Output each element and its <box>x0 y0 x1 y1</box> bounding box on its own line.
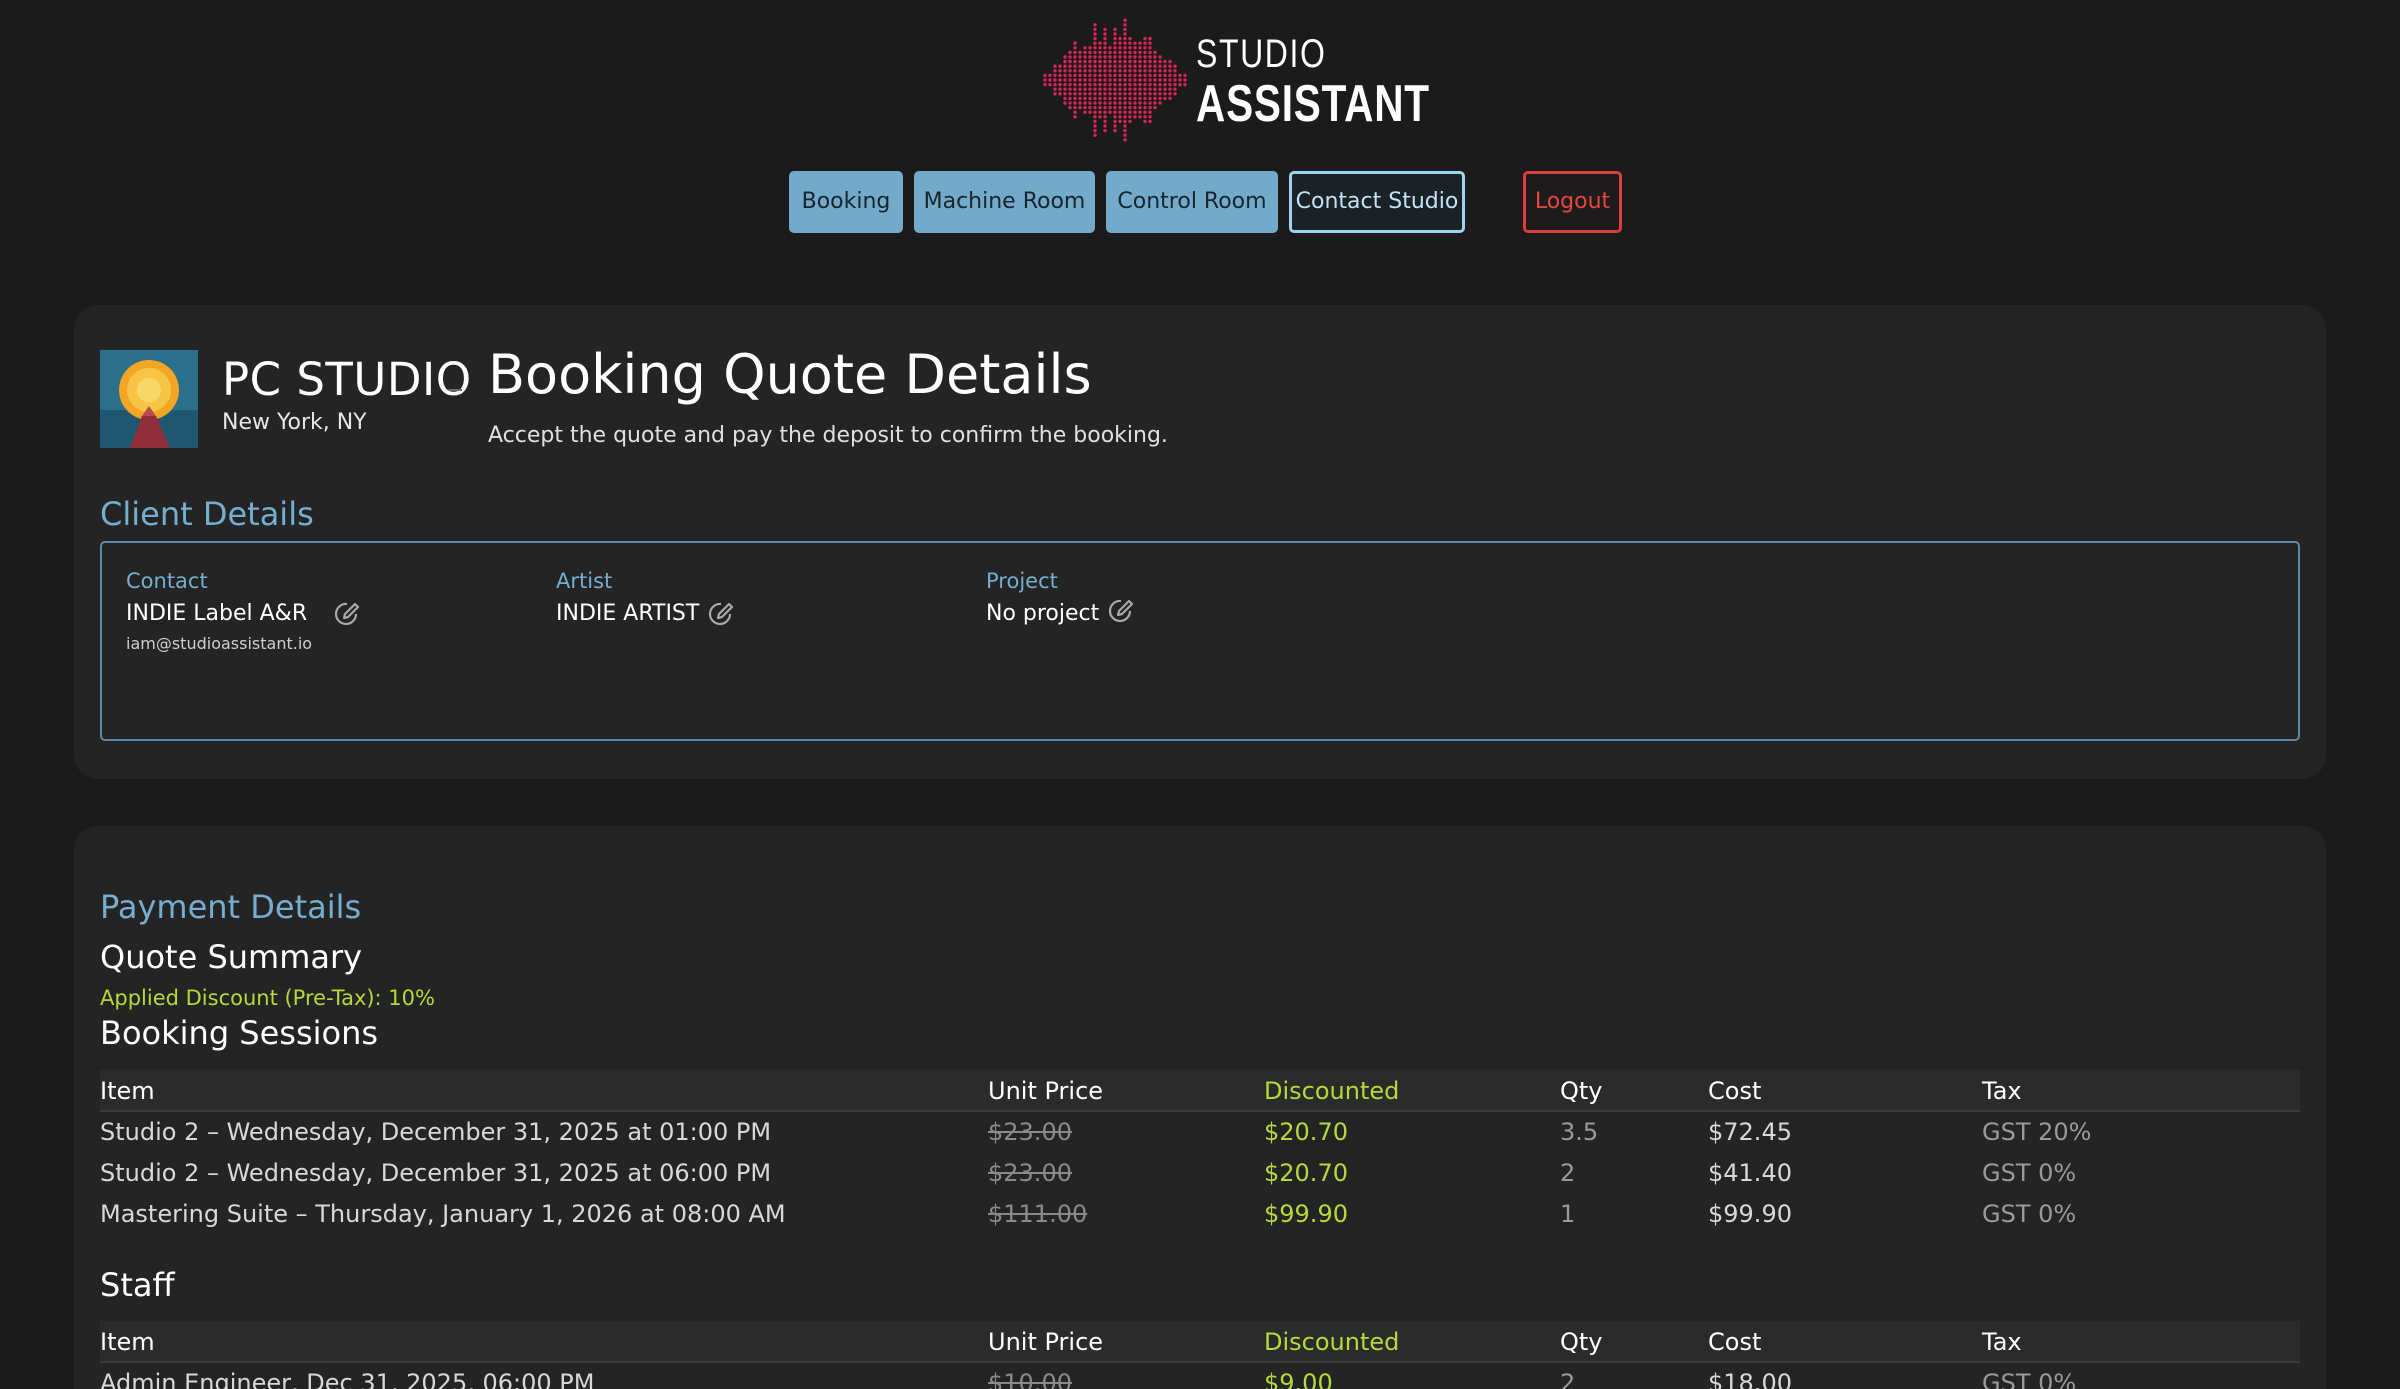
booking-button[interactable]: Booking <box>789 171 903 233</box>
row-cost: $18.00 <box>1708 1369 1792 1389</box>
logout-button[interactable]: Logout <box>1523 171 1622 233</box>
divider <box>448 389 462 391</box>
staff-title: Staff <box>100 1266 175 1304</box>
page-subtitle: Accept the quote and pay the deposit to … <box>488 423 1168 448</box>
payment-details-title: Payment Details <box>100 888 362 926</box>
row-discounted: $20.70 <box>1264 1118 1348 1146</box>
table-header: Item Unit Price Discounted Qty Cost Tax <box>100 1070 2300 1112</box>
col-tax: Tax <box>1982 1328 2022 1356</box>
row-cost: $41.40 <box>1708 1159 1792 1187</box>
artist-value: INDIE ARTIST <box>556 601 700 626</box>
row-qty: 3.5 <box>1560 1118 1599 1146</box>
row-item: Studio 2 – Wednesday, December 31, 2025 … <box>100 1159 772 1187</box>
brand-line2: ASSISTANT <box>1196 75 1430 133</box>
row-item: Admin Engineer, Dec 31, 2025, 06:00 PM <box>100 1369 595 1389</box>
col-item: Item <box>100 1328 155 1356</box>
payment-details-card: Payment Details Quote Summary Applied Di… <box>74 826 2326 1389</box>
studio-assistant-logo[interactable]: STUDIO ASSISTANT <box>1040 12 1429 148</box>
waveform-logo-icon <box>1043 18 1187 142</box>
row-qty: 2 <box>1560 1159 1576 1187</box>
col-qty: Qty <box>1560 1077 1603 1105</box>
col-discounted: Discounted <box>1264 1077 1400 1105</box>
applied-discount-note: Applied Discount (Pre-Tax): 10% <box>100 986 435 1010</box>
client-details-title: Client Details <box>100 495 314 533</box>
row-cost: $99.90 <box>1708 1200 1792 1228</box>
row-tax: GST 0% <box>1982 1369 2077 1389</box>
col-unit-price: Unit Price <box>988 1077 1104 1105</box>
row-item: Mastering Suite – Thursday, January 1, 2… <box>100 1200 786 1228</box>
table-row: Studio 2 – Wednesday, December 31, 2025 … <box>100 1153 2300 1194</box>
row-qty: 1 <box>1560 1200 1576 1228</box>
edit-project-icon[interactable] <box>1106 596 1136 626</box>
row-discounted: $9.00 <box>1264 1369 1333 1389</box>
col-unit-price: Unit Price <box>988 1328 1104 1356</box>
contact-field: Contact INDIE Label A&R iam@studioassist… <box>126 569 312 653</box>
main-nav: Booking Machine Room Control Room Contac… <box>0 171 2400 233</box>
col-cost: Cost <box>1708 1328 1762 1356</box>
col-cost: Cost <box>1708 1077 1762 1105</box>
artist-field: Artist INDIE ARTIST <box>556 569 699 626</box>
row-tax: GST 20% <box>1982 1118 2092 1146</box>
project-value: No project <box>986 601 1100 626</box>
machine-room-button[interactable]: Machine Room <box>914 171 1095 233</box>
page-title: Booking Quote Details <box>488 343 1092 406</box>
row-tax: GST 0% <box>1982 1159 2077 1187</box>
row-item: Studio 2 – Wednesday, December 31, 2025 … <box>100 1118 772 1146</box>
row-qty: 2 <box>1560 1369 1576 1389</box>
studio-name: PC STUDIO <box>222 353 472 406</box>
quote-header-card: PC STUDIO New York, NY Booking Quote Det… <box>74 305 2326 779</box>
table-row: Studio 2 – Wednesday, December 31, 2025 … <box>100 1112 2300 1153</box>
col-tax: Tax <box>1982 1077 2022 1105</box>
col-discounted: Discounted <box>1264 1328 1400 1356</box>
artist-label: Artist <box>556 569 613 593</box>
edit-artist-icon[interactable] <box>706 599 736 629</box>
brand-line1: STUDIO <box>1196 32 1327 76</box>
contact-value: INDIE Label A&R <box>126 601 308 626</box>
booking-sessions-title: Booking Sessions <box>100 1014 379 1052</box>
edit-contact-icon[interactable] <box>332 599 362 629</box>
staff-table: Item Unit Price Discounted Qty Cost Tax … <box>100 1321 2300 1389</box>
studio-sun-image-icon <box>100 350 198 448</box>
brand-wordmark: STUDIO ASSISTANT <box>1196 34 1496 130</box>
control-room-button[interactable]: Control Room <box>1106 171 1278 233</box>
row-unit-price: $10.00 <box>988 1369 1072 1389</box>
table-header: Item Unit Price Discounted Qty Cost Tax <box>100 1321 2300 1363</box>
client-details-box: Contact INDIE Label A&R iam@studioassist… <box>100 541 2300 741</box>
row-discounted: $99.90 <box>1264 1200 1348 1228</box>
contact-label: Contact <box>126 569 208 593</box>
row-unit-price: $111.00 <box>988 1200 1088 1228</box>
row-tax: GST 0% <box>1982 1200 2077 1228</box>
studio-location: New York, NY <box>222 410 367 435</box>
booking-sessions-table: Item Unit Price Discounted Qty Cost Tax … <box>100 1070 2300 1235</box>
col-item: Item <box>100 1077 155 1105</box>
row-unit-price: $23.00 <box>988 1118 1072 1146</box>
col-qty: Qty <box>1560 1328 1603 1356</box>
project-label: Project <box>986 569 1058 593</box>
table-row: Admin Engineer, Dec 31, 2025, 06:00 PM $… <box>100 1363 2300 1389</box>
table-row: Mastering Suite – Thursday, January 1, 2… <box>100 1194 2300 1235</box>
contact-studio-button[interactable]: Contact Studio <box>1289 171 1465 233</box>
contact-email: iam@studioassistant.io <box>126 634 313 653</box>
row-discounted: $20.70 <box>1264 1159 1348 1187</box>
row-cost: $72.45 <box>1708 1118 1792 1146</box>
studio-avatar <box>100 350 198 448</box>
quote-summary-title: Quote Summary <box>100 938 363 976</box>
row-unit-price: $23.00 <box>988 1159 1072 1187</box>
project-field: Project No project <box>986 569 1099 626</box>
